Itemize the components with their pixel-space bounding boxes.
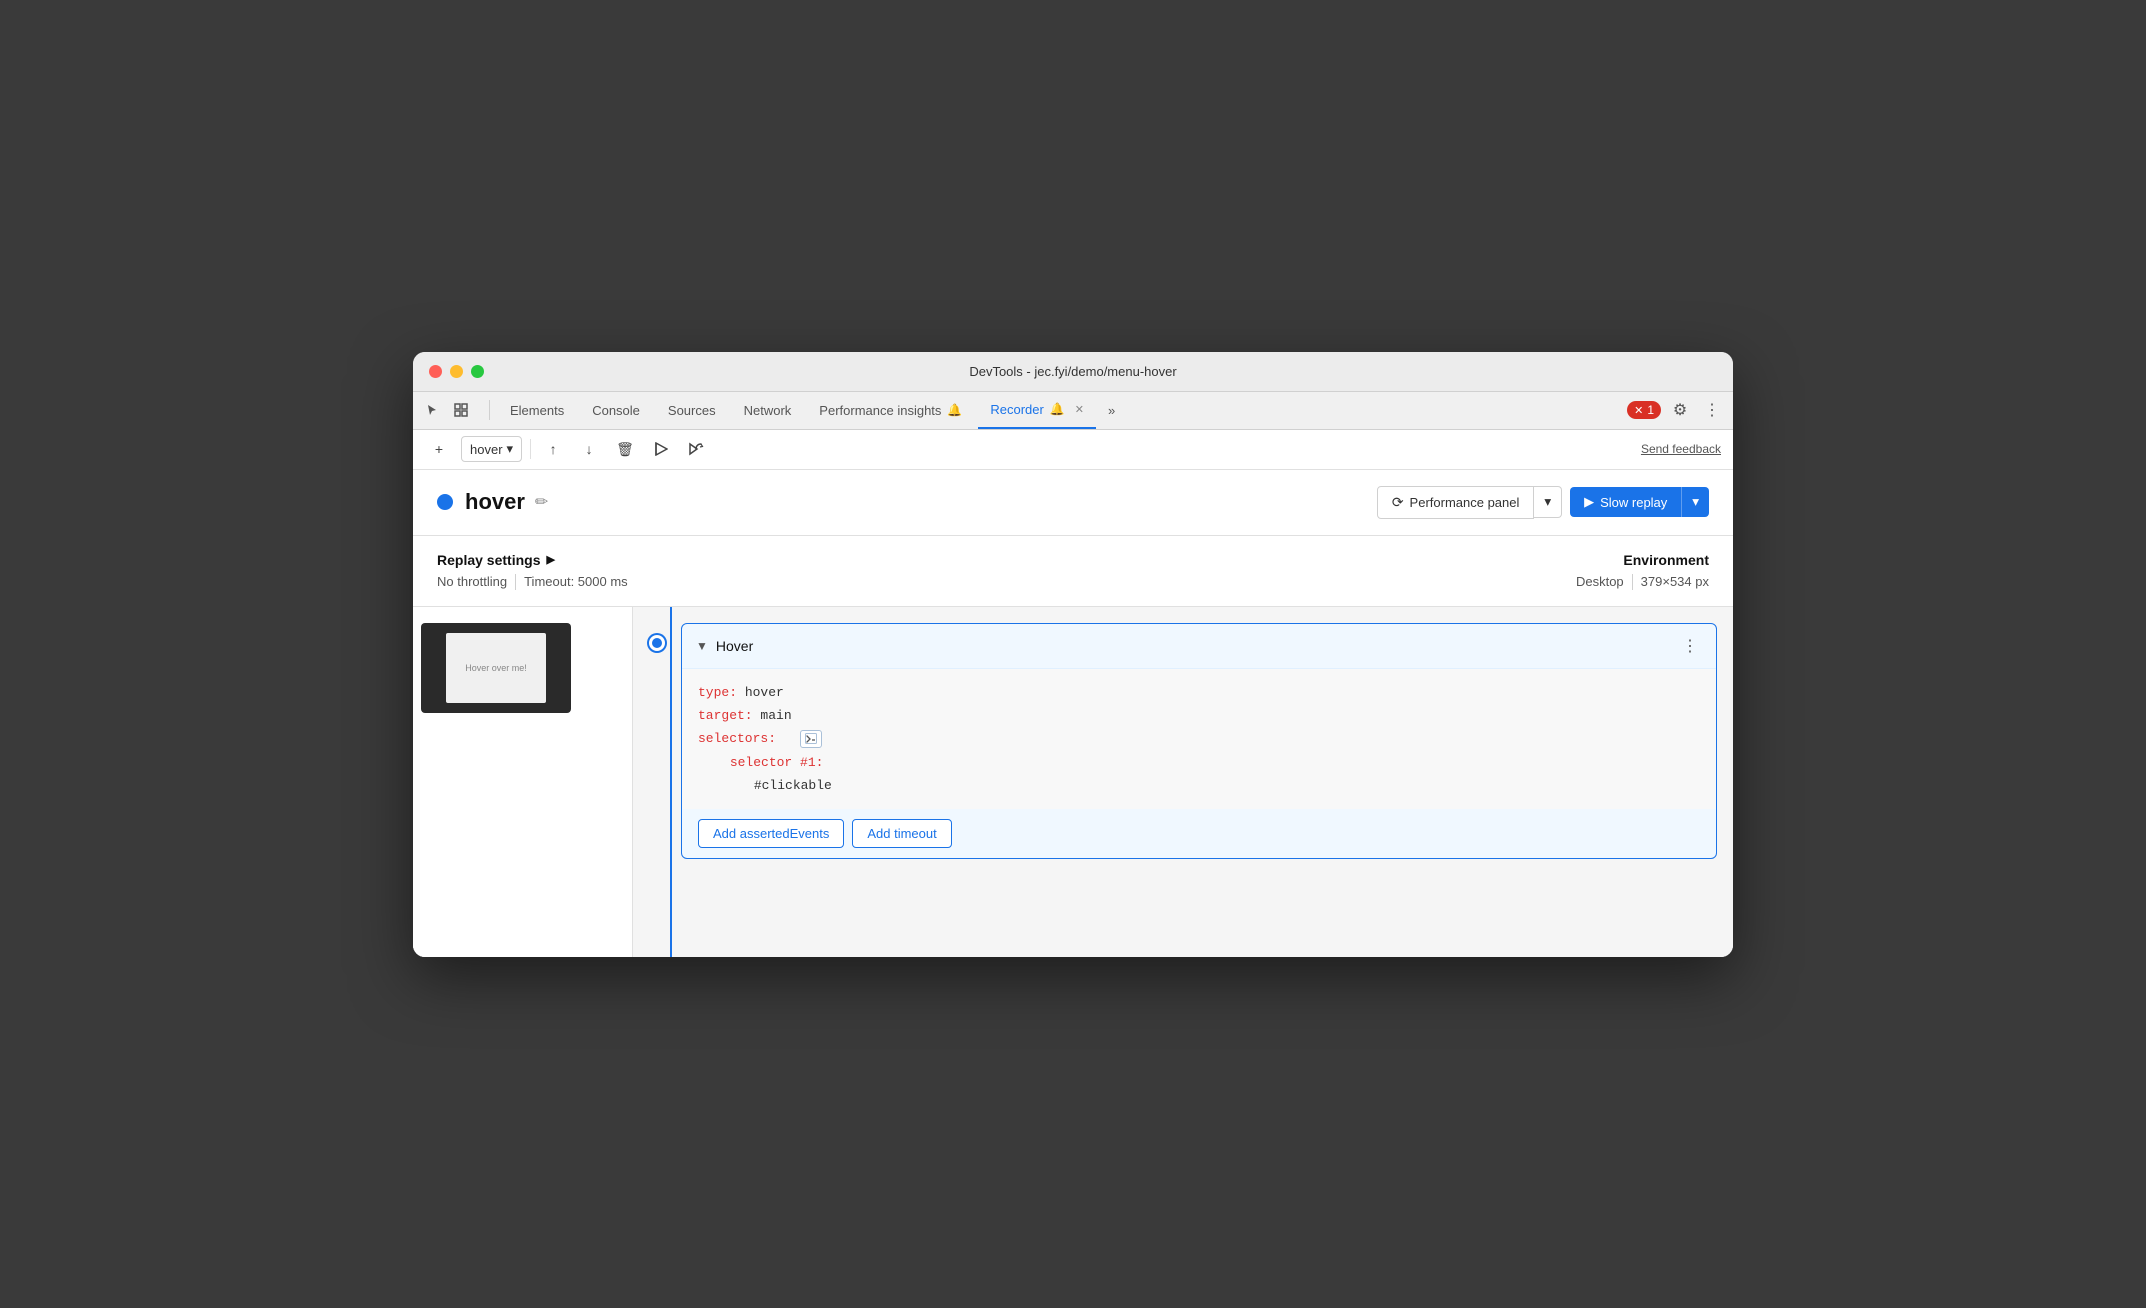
tab-elements[interactable]: Elements: [498, 391, 576, 429]
toolbar-divider: [530, 439, 531, 459]
tab-bar: Elements Console Sources Network Perform…: [413, 392, 1733, 430]
steps-sidebar: Hover over me!: [413, 607, 633, 957]
error-badge[interactable]: ✕ 1: [1627, 401, 1661, 419]
more-options-button[interactable]: ⋮: [1699, 397, 1725, 423]
delete-button[interactable]: 🗑: [611, 435, 639, 463]
settings-section: Replay settings ▶ No throttling Timeout:…: [413, 536, 1733, 607]
play-icon: ▶: [1584, 494, 1594, 510]
tab-divider: [489, 400, 490, 420]
thumbnail-text: Hover over me!: [465, 663, 527, 673]
performance-panel-dropdown[interactable]: ▾: [1534, 486, 1562, 518]
recording-header: hover ✏ ⟳ Performance panel ▾ ▶ Slow rep…: [413, 470, 1733, 536]
tab-network[interactable]: Network: [732, 391, 804, 429]
code-selector-num-line: selector #1:: [698, 751, 1700, 774]
recorder-warning-icon: 🔔: [1050, 402, 1065, 416]
settings-divider: [515, 574, 516, 590]
tab-actions: ✕ 1 ⚙ ⋮: [1627, 397, 1725, 423]
recording-name: hover: [465, 489, 525, 515]
code-type-line: type: hover: [698, 681, 1700, 704]
main-content: hover ✏ ⟳ Performance panel ▾ ▶ Slow rep…: [413, 470, 1733, 957]
replay-settings-title[interactable]: Replay settings ▶: [437, 552, 1576, 568]
selector-type-button[interactable]: [800, 730, 822, 748]
step-thumbnail[interactable]: Hover over me!: [413, 615, 632, 721]
replay-step-button[interactable]: [683, 435, 711, 463]
step-content: ▼ Hover ⋮ type: hover ta: [681, 623, 1717, 860]
replay-button[interactable]: [647, 435, 675, 463]
code-target-line: target: main: [698, 704, 1700, 727]
desktop-label: Desktop: [1576, 574, 1624, 589]
tab-console[interactable]: Console: [580, 391, 652, 429]
step-more-button[interactable]: ⋮: [1678, 634, 1702, 658]
steps-main: ▼ Hover ⋮ type: hover ta: [633, 607, 1733, 957]
header-actions: ⟳ Performance panel ▾ ▶ Slow replay ▾: [1377, 486, 1709, 519]
dropdown-icon: ▾: [507, 441, 514, 457]
settings-expand-icon: ▶: [546, 553, 554, 566]
add-asserted-events-button[interactable]: Add assertedEvents: [698, 819, 844, 848]
settings-info: No throttling Timeout: 5000 ms: [437, 574, 1576, 590]
add-timeout-button[interactable]: Add timeout: [852, 819, 951, 848]
tab-recorder[interactable]: Recorder 🔔 ✕: [978, 391, 1096, 429]
window-title: DevTools - jec.fyi/demo/menu-hover: [969, 364, 1176, 379]
add-recording-button[interactable]: +: [425, 435, 453, 463]
toolbar: + hover ▾ ↑ ↓ 🗑 Send feedback: [413, 430, 1733, 470]
perf-warning-icon: 🔔: [947, 403, 962, 417]
viewport-label: 379×534 px: [1641, 574, 1709, 589]
env-divider: [1632, 574, 1633, 590]
settings-button[interactable]: ⚙: [1667, 397, 1693, 423]
recording-status-dot: [437, 494, 453, 510]
thumbnail-image: Hover over me!: [421, 623, 571, 713]
title-bar: DevTools - jec.fyi/demo/menu-hover: [413, 352, 1733, 392]
recording-selector[interactable]: hover ▾: [461, 436, 522, 462]
performance-panel-button[interactable]: ⟳ Performance panel: [1377, 486, 1535, 519]
collapse-icon: ▼: [696, 639, 708, 653]
send-feedback-link[interactable]: Send feedback: [1641, 442, 1721, 456]
slow-replay-button[interactable]: ▶ Slow replay: [1570, 487, 1681, 517]
step-header[interactable]: ▼ Hover ⋮: [682, 624, 1716, 668]
step-dot: [649, 635, 665, 651]
perf-panel-refresh-icon: ⟳: [1392, 494, 1404, 511]
steps-area: Hover over me! ▼ Hover: [413, 607, 1733, 957]
edit-name-icon[interactable]: ✏: [535, 492, 548, 512]
tab-performance-insights[interactable]: Performance insights 🔔: [807, 391, 974, 429]
throttling-label: No throttling: [437, 574, 507, 589]
env-info: Desktop 379×534 px: [1576, 574, 1709, 590]
step-code: type: hover target: main selectors:: [682, 668, 1716, 810]
environment-label: Environment: [1576, 552, 1709, 568]
tab-bar-icons: [421, 398, 473, 422]
step-row: ▼ Hover ⋮ type: hover ta: [649, 623, 1717, 860]
fullscreen-button[interactable]: [471, 365, 484, 378]
minimize-button[interactable]: [450, 365, 463, 378]
step-actions: Add assertedEvents Add timeout: [682, 809, 1716, 858]
close-button[interactable]: [429, 365, 442, 378]
tab-close-icon[interactable]: ✕: [1075, 403, 1084, 416]
inspect-icon[interactable]: [449, 398, 473, 422]
code-selector-val-line: #clickable: [698, 774, 1700, 797]
code-selectors-line: selectors:: [698, 727, 1700, 750]
import-button[interactable]: ↓: [575, 435, 603, 463]
traffic-lights: [429, 365, 484, 378]
tab-sources[interactable]: Sources: [656, 391, 728, 429]
tab-more-button[interactable]: »: [1100, 403, 1123, 418]
timeout-label: Timeout: 5000 ms: [524, 574, 628, 589]
cursor-icon[interactable]: [421, 398, 445, 422]
step-label: Hover: [716, 638, 753, 654]
settings-right: Environment Desktop 379×534 px: [1576, 552, 1709, 590]
slow-replay-dropdown[interactable]: ▾: [1681, 487, 1709, 517]
settings-left: Replay settings ▶ No throttling Timeout:…: [437, 552, 1576, 590]
devtools-window: DevTools - jec.fyi/demo/menu-hover Eleme…: [413, 352, 1733, 957]
error-x-icon: ✕: [1634, 404, 1643, 417]
export-button[interactable]: ↑: [539, 435, 567, 463]
thumbnail-inner: Hover over me!: [446, 633, 546, 703]
